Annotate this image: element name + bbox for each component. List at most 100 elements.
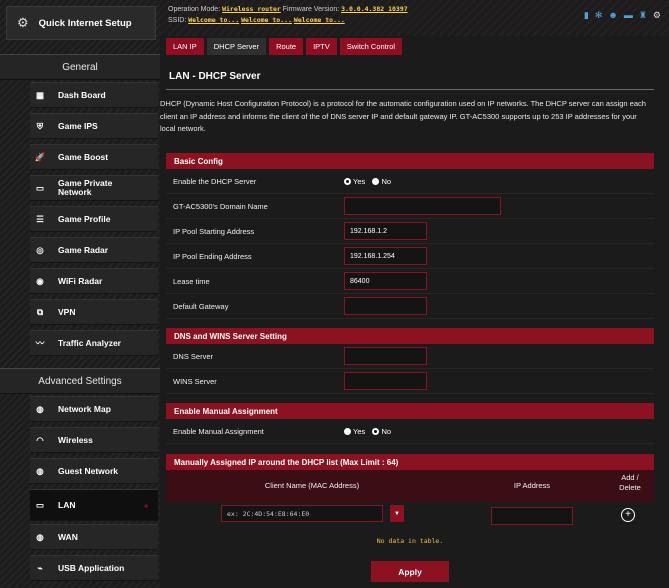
gear-icon[interactable]: ⚙ <box>653 10 661 20</box>
tab-dhcp-server[interactable]: DHCP Server <box>206 38 267 55</box>
manual-assignment-label: Enable Manual Assignment <box>173 427 264 436</box>
manual-assignment-header: Enable Manual Assignment <box>166 403 654 419</box>
wins-server-label: WINS Server <box>173 377 217 386</box>
sidebar-item-game-ips[interactable]: ⛨ Game IPS <box>30 113 158 139</box>
sidebar-item-game-private-network[interactable]: ▭ Game Private Network <box>30 175 158 201</box>
advanced-section-title: Advanced Settings <box>0 368 160 394</box>
basic-config-header: Basic Config <box>166 153 654 169</box>
chevron-down-icon: ▼ <box>394 510 400 517</box>
sidebar-item-wireless[interactable]: ◠ Wireless <box>30 427 158 453</box>
radio-selected-icon <box>344 178 351 185</box>
domain-name-row: GT-AC5300's Domain Name <box>166 194 654 219</box>
page-description: DHCP (Dynamic Host Configuration Protoco… <box>160 99 646 133</box>
wan-icon: ◍ <box>36 531 44 542</box>
ip-start-input[interactable] <box>344 222 427 240</box>
sidebar-item-traffic-analyzer[interactable]: 〰 Traffic Analyzer <box>30 330 158 356</box>
sidebar-item-network-map[interactable]: ◍ Network Map <box>30 396 158 422</box>
quick-internet-setup-button[interactable]: ⚙ Quick Internet Setup <box>6 6 156 40</box>
tab-iptv[interactable]: IPTV <box>306 38 337 55</box>
enable-dhcp-row: Enable the DHCP Server Yes No <box>166 169 654 194</box>
column-client-name: Client Name (MAC Address) <box>264 481 360 490</box>
column-add-delete: Add / Delete <box>619 473 641 492</box>
guest-icon: ◍ <box>36 465 44 476</box>
tab-route[interactable]: Route <box>269 38 304 55</box>
ip-end-input[interactable] <box>344 247 427 265</box>
lan-icon: ▭ <box>35 499 45 510</box>
title-divider <box>166 89 654 90</box>
tab-switch-control[interactable]: Switch Control <box>339 38 403 55</box>
globe-icon: ◍ <box>36 403 44 414</box>
manual-table-header: Manually Assigned IP around the DHCP lis… <box>166 454 654 470</box>
sidebar-item-game-boost[interactable]: 🚀 Game Boost <box>30 144 158 170</box>
dropdown-toggle-button[interactable]: ▼ <box>390 505 404 522</box>
status-bar: Operation Mode: Wireless router Firmware… <box>160 0 669 36</box>
add-row-button[interactable]: + <box>621 508 635 522</box>
manual-assignment-row: Enable Manual Assignment Yes No <box>166 419 654 444</box>
default-gateway-row: Default Gateway <box>166 294 654 319</box>
shield-icon: ⛨ <box>36 120 44 131</box>
profile-icon: ☰ <box>36 213 44 224</box>
default-gateway-label: Default Gateway <box>173 302 229 311</box>
lease-time-label: Lease time <box>173 277 210 286</box>
device-icon[interactable]: ▮ <box>584 10 589 20</box>
general-section-title: General <box>0 54 160 80</box>
domain-name-input[interactable] <box>344 197 501 215</box>
ssid-link-3[interactable]: Welcome to... <box>294 16 345 24</box>
radio-empty-icon <box>372 178 380 185</box>
usb-icon: ⌁ <box>37 562 43 573</box>
ssid-link-1[interactable]: Welcome to... <box>188 16 239 24</box>
quick-setup-label: Quick Internet Setup <box>38 17 132 29</box>
fw-label: Firmware Version: <box>282 6 340 13</box>
ip-start-label: IP Pool Starting Address <box>173 227 255 236</box>
op-mode-link[interactable]: Wireless router <box>222 5 281 13</box>
sidebar-item-wan[interactable]: ◍ WAN <box>30 524 158 550</box>
wizard-icon: ⚙ <box>17 15 29 30</box>
sidebar-item-lan[interactable]: ▭ LAN » <box>30 489 158 521</box>
wins-server-row: WINS Server <box>166 369 654 394</box>
sidebar-item-game-radar[interactable]: ◎ Game Radar <box>30 237 158 263</box>
sidebar-item-wifi-radar[interactable]: ◉ WiFi Radar <box>30 268 158 294</box>
op-mode-label: Operation Mode: <box>168 6 221 13</box>
sidebar-item-vpn[interactable]: ⧉ VPN <box>30 299 158 325</box>
empty-table-message: No data in table. <box>376 537 444 545</box>
dhcp-yes-radio[interactable]: Yes <box>344 177 365 186</box>
settings-icon[interactable]: ✻ <box>595 10 603 20</box>
manual-table-columns: Client Name (MAC Address) IP Address Add… <box>166 470 654 502</box>
rocket-icon: 🚀 <box>34 151 46 162</box>
lease-time-row: Lease time <box>166 269 654 294</box>
clients-icon[interactable]: ☻ <box>608 10 617 20</box>
ip-end-label: IP Pool Ending Address <box>173 252 252 261</box>
radio-selected-icon <box>372 428 380 435</box>
status-icons: ▮ ✻ ☻ ▬ ♜ ⚙ <box>584 10 661 20</box>
wireless-icon: ◠ <box>36 434 44 445</box>
manual-no-radio[interactable]: No <box>372 427 391 436</box>
domain-name-label: GT-AC5300's Domain Name <box>173 202 268 211</box>
lease-time-input[interactable] <box>344 272 427 290</box>
ssid-link-2[interactable]: Welcome to... <box>241 16 292 24</box>
radio-empty-icon <box>344 428 351 435</box>
monitor-icon: ▭ <box>35 182 45 193</box>
sidebar-item-game-profile[interactable]: ☰ Game Profile <box>30 206 158 232</box>
dns-server-input[interactable] <box>344 347 427 365</box>
column-ip-address: IP Address <box>513 481 551 490</box>
security-icon[interactable]: ♜ <box>639 10 647 20</box>
wins-server-input[interactable] <box>344 372 427 390</box>
apply-button[interactable]: Apply <box>371 561 449 582</box>
wifi-radar-icon: ◉ <box>36 275 44 286</box>
manual-yes-radio[interactable]: Yes <box>344 427 365 436</box>
analyzer-icon: 〰 <box>35 338 45 348</box>
fw-version-link[interactable]: 3.0.0.4.382_10397 <box>341 5 408 13</box>
page-title: LAN - DHCP Server <box>169 71 261 82</box>
usb-status-icon[interactable]: ▬ <box>624 10 633 20</box>
dhcp-no-radio[interactable]: No <box>372 177 391 186</box>
vpn-icon: ⧉ <box>36 306 44 317</box>
dns-wins-header: DNS and WINS Server Setting <box>166 328 654 344</box>
client-mac-select[interactable]: ex: 2C:4D:54:E8:64:E0 <box>221 505 383 522</box>
sidebar-item-guest-network[interactable]: ◍ Guest Network <box>30 458 158 484</box>
sidebar-item-usb-application[interactable]: ⌁ USB Application <box>30 555 158 581</box>
enable-dhcp-label: Enable the DHCP Server <box>173 177 257 186</box>
default-gateway-input[interactable] <box>344 297 427 315</box>
tab-lan-ip[interactable]: LAN IP <box>166 38 204 55</box>
sidebar-item-dashboard[interactable]: ▦ Dash Board <box>30 82 158 108</box>
manual-ip-input[interactable] <box>491 507 573 525</box>
